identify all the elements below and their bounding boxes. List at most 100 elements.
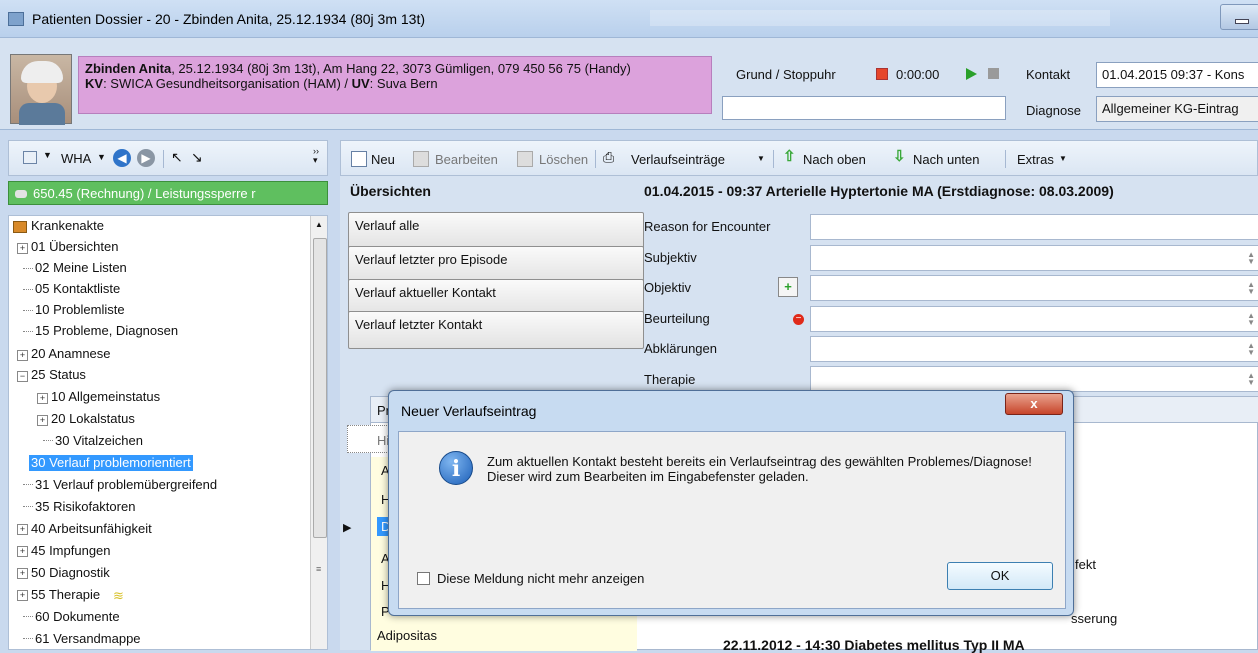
patient-details: , 25.12.1934 (80j 3m 13t), Am Hang 22, 3… [171, 61, 631, 76]
reason-for-encounter-input[interactable] [810, 214, 1258, 240]
nach-unten-button[interactable]: Nach unten [913, 152, 980, 167]
close-button[interactable]: x [1005, 393, 1063, 415]
stop-icon[interactable] [988, 68, 999, 79]
tree-item-diagnostik[interactable]: 50 Diagnostik [31, 565, 110, 581]
objektiv-input[interactable]: ▲ ▼ [810, 275, 1258, 301]
expand-icon[interactable]: + [17, 590, 28, 601]
tree-item-krankenakte[interactable]: Krankenakte [31, 218, 104, 234]
neuer-verlaufseintrag-dialog: Neuer Verlaufseintrag x i Zum aktuellen … [388, 390, 1074, 616]
dialog-message: Zum aktuellen Kontakt besteht bereits ei… [487, 454, 1032, 484]
subjektiv-label: Subjektiv [644, 250, 697, 265]
kv-value: : SWICA Gesundheitsorganisation (HAM) / [103, 76, 352, 91]
cursor-select-icon[interactable]: ↘ [191, 149, 203, 166]
back-arrow-icon[interactable]: ◀ [113, 149, 131, 167]
ok-button[interactable]: OK [947, 562, 1053, 590]
blurred-region [650, 10, 1110, 26]
scroll-up-icon[interactable]: ▲ [315, 220, 323, 229]
uv-value: : Suva Bern [369, 76, 438, 91]
collapse-icon[interactable]: − [17, 371, 28, 382]
grund-input[interactable] [722, 96, 1006, 120]
tree-item-anamnese[interactable]: 20 Anamnese [31, 346, 111, 362]
kv-label: KV [85, 76, 104, 91]
expand-icon[interactable]: + [37, 393, 48, 404]
forward-arrow-icon[interactable]: ▶ [137, 149, 155, 167]
tree-item-lokalstatus[interactable]: 20 Lokalstatus [51, 411, 135, 427]
tree-scrollbar[interactable]: ▲ ≡ [310, 216, 327, 649]
rechnung-text: 650.45 (Rechnung) / Leistungssperre r [33, 186, 256, 201]
arrow-down-icon[interactable]: ⇩ [893, 149, 907, 164]
tree-item-risikofaktoren[interactable]: 35 Risikofaktoren [35, 499, 135, 515]
tree-item-uebersichten[interactable]: 01 Übersichten [31, 239, 118, 255]
new-document-icon[interactable] [351, 151, 367, 167]
expand-icon[interactable]: + [17, 243, 28, 254]
diagnose-select[interactable]: Allgemeiner KG-Eintrag [1096, 96, 1258, 122]
play-icon[interactable] [966, 68, 977, 80]
tree-item-dokumente[interactable]: 60 Dokumente [35, 609, 120, 625]
chevron-down-icon[interactable]: ▼ [97, 152, 106, 162]
minimize-button[interactable] [1220, 4, 1258, 30]
tree-item-verlauf-problemorientiert[interactable]: 30 Verlauf problemorientiert [29, 455, 193, 471]
verlauf-alle-button[interactable]: Verlauf alle [348, 212, 644, 250]
neu-button[interactable]: Neu [371, 152, 395, 167]
diagnose-label: Diagnose [1026, 103, 1081, 118]
kontakt-select[interactable]: 01.04.2015 09:37 - Kons [1096, 62, 1258, 88]
verlaufseintraege-dropdown[interactable]: Verlaufseinträge [631, 152, 725, 167]
tree-item-vitalzeichen[interactable]: 30 Vitalzeichen [55, 433, 143, 449]
expand-icon[interactable]: + [37, 415, 48, 426]
edit-icon[interactable] [413, 151, 429, 167]
grid-row[interactable]: Adipositas [377, 628, 437, 643]
cursor-icon[interactable]: ↖ [171, 149, 183, 166]
print-icon[interactable]: ⎙ [603, 150, 617, 164]
pills-icon: ≋ [113, 588, 124, 603]
app-icon [8, 12, 24, 26]
loeschen-button[interactable]: Löschen [539, 152, 588, 167]
wha-dropdown[interactable]: WHA [61, 151, 91, 166]
tree-item-versandmappe[interactable]: 61 Versandmappe [35, 631, 141, 647]
folder-icon [13, 221, 27, 233]
tree-item-meine-listen[interactable]: 02 Meine Listen [35, 260, 127, 276]
scroll-thumb[interactable] [313, 238, 327, 538]
bearbeiten-button[interactable]: Bearbeiten [435, 152, 498, 167]
objektiv-label: Objektiv [644, 280, 691, 295]
chevron-down-icon[interactable]: ▼ [43, 150, 52, 160]
kontakt-label: Kontakt [1026, 67, 1071, 82]
patient-info-box[interactable]: Zbinden Anita, 25.12.1934 (80j 3m 13t), … [78, 56, 712, 114]
record-stop-icon[interactable] [876, 68, 888, 80]
tree-item-problemliste[interactable]: 10 Problemliste [35, 302, 125, 318]
expand-icon[interactable]: + [17, 568, 28, 579]
uv-label: UV [351, 76, 370, 91]
therapie-input[interactable]: ▲ ▼ [810, 366, 1258, 392]
tree-item-kontaktliste[interactable]: 05 Kontaktliste [35, 281, 120, 297]
remove-icon[interactable]: − [793, 314, 804, 325]
extras-dropdown[interactable]: Extras [1017, 152, 1054, 167]
tree-view-icon[interactable] [23, 151, 37, 164]
tree-item-therapie[interactable]: 55 Therapie [31, 587, 100, 603]
abklaerungen-label: Abklärungen [644, 341, 717, 356]
expand-icon[interactable]: + [17, 350, 28, 361]
tree-item-verlauf-problemuebergreifend[interactable]: 31 Verlauf problemübergreifend [35, 477, 217, 493]
chevron-down-icon[interactable]: ▼ [757, 154, 765, 163]
dont-show-again-checkbox[interactable] [417, 572, 430, 585]
tree-item-probleme-diagnosen[interactable]: 15 Probleme, Diagnosen [35, 323, 178, 339]
tree-item-status[interactable]: 25 Status [31, 367, 86, 383]
beurteilung-input[interactable]: ▲ ▼ [810, 306, 1258, 332]
grip-icon: ≡ [316, 564, 322, 574]
subjektiv-input[interactable]: ▲ ▼ [810, 245, 1258, 271]
tree-item-allgemeinstatus[interactable]: 10 Allgemeinstatus [51, 389, 160, 405]
nach-oben-button[interactable]: Nach oben [803, 152, 866, 167]
add-icon[interactable]: + [778, 277, 798, 297]
rechnung-banner[interactable]: 650.45 (Rechnung) / Leistungssperre r [8, 181, 328, 205]
abklaerungen-input[interactable]: ▲ ▼ [810, 336, 1258, 362]
beurteilung-label: Beurteilung [644, 311, 710, 326]
tree-item-impfungen[interactable]: 45 Impfungen [31, 543, 111, 559]
overflow-icon[interactable]: ›› ▾ [313, 147, 319, 165]
grid-text-fragment: fekt [1075, 557, 1096, 572]
expand-icon[interactable]: + [17, 524, 28, 535]
tree-item-arbeitsunfaehigkeit[interactable]: 40 Arbeitsunfähigkeit [31, 521, 152, 537]
verlauf-letzter-kontakt-button[interactable]: Verlauf letzter Kontakt [348, 311, 644, 349]
expand-icon[interactable]: + [17, 546, 28, 557]
arrow-up-icon[interactable]: ⇧ [783, 149, 797, 164]
delete-icon[interactable] [517, 151, 533, 167]
chevron-down-icon[interactable]: ▼ [1059, 154, 1067, 163]
dont-show-again-label[interactable]: Diese Meldung nicht mehr anzeigen [437, 571, 644, 586]
